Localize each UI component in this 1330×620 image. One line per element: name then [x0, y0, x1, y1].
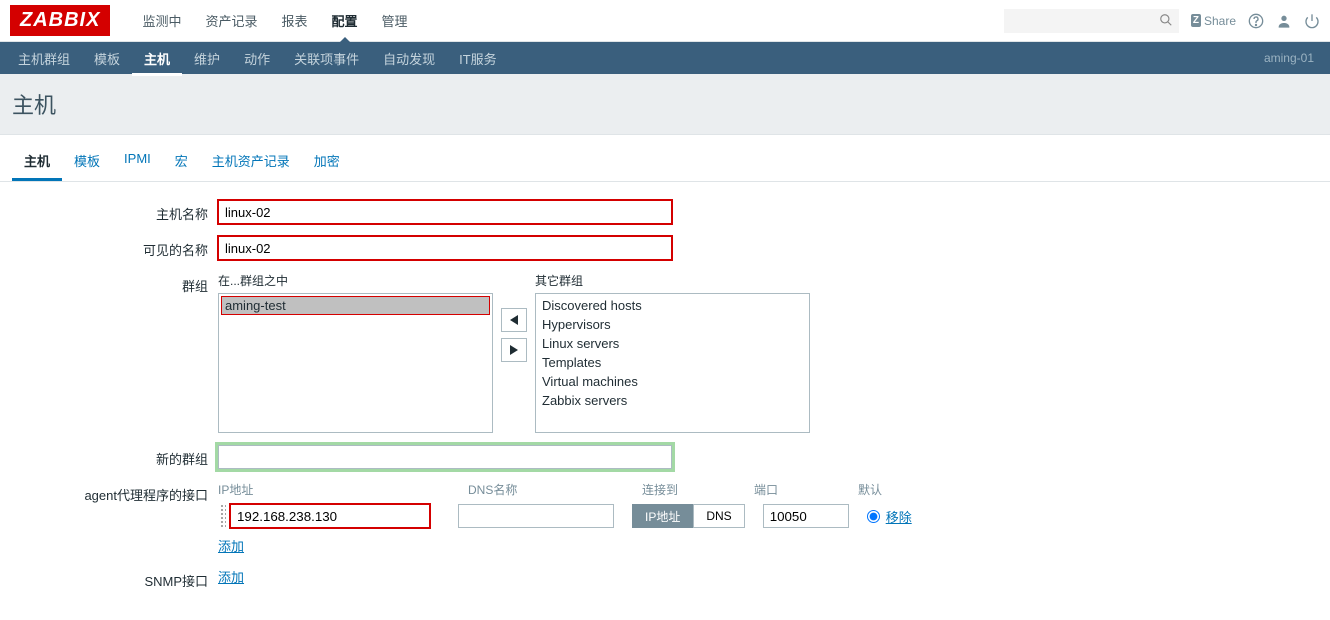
connect-dns-button[interactable]: DNS	[693, 504, 744, 528]
iface-default-radio[interactable]	[867, 510, 880, 523]
other-groups-item[interactable]: Templates	[538, 353, 807, 372]
zabbix-z-icon: Z	[1191, 14, 1201, 27]
subnav-templates[interactable]: 模板	[82, 41, 132, 76]
topmenu-monitoring[interactable]: 监测中	[130, 0, 193, 42]
move-right-button[interactable]	[501, 338, 527, 362]
power-icon[interactable]	[1304, 13, 1320, 29]
logo[interactable]: ZABBIX	[10, 5, 110, 36]
topmenu-reports[interactable]: 报表	[269, 0, 319, 42]
subnav-hostgroups[interactable]: 主机群组	[6, 41, 82, 76]
in-groups-item[interactable]: aming-test	[221, 296, 490, 315]
page-title-bar: 主机	[0, 74, 1330, 135]
other-groups-label: 其它群组	[535, 272, 810, 289]
iface-col-default: 默认	[858, 481, 882, 498]
drag-handle-icon[interactable]	[220, 504, 226, 528]
hostname-input[interactable]	[218, 200, 672, 224]
iface-ip-input[interactable]	[230, 504, 430, 528]
other-groups-listbox[interactable]: Discovered hosts Hypervisors Linux serve…	[535, 293, 810, 433]
snmp-add-link[interactable]: 添加	[218, 567, 244, 586]
in-groups-listbox[interactable]: aming-test	[218, 293, 493, 433]
topmenu-administration[interactable]: 管理	[370, 0, 420, 42]
tab-encryption[interactable]: 加密	[302, 143, 352, 181]
subnav-maintenance[interactable]: 维护	[182, 41, 232, 76]
in-groups-label: 在...群组之中	[218, 272, 493, 289]
subnav-correlation[interactable]: 关联项事件	[282, 41, 371, 76]
visiblename-input[interactable]	[218, 236, 672, 260]
iface-col-connect: 连接到	[642, 481, 754, 498]
triangle-right-icon	[510, 345, 518, 355]
host-form: 主机名称 可见的名称 群组 在...群组之中 aming-test	[0, 182, 1330, 620]
user-icon[interactable]	[1276, 13, 1292, 29]
other-groups-item[interactable]: Discovered hosts	[538, 296, 807, 315]
subnav-discovery[interactable]: 自动发现	[371, 41, 447, 76]
topbar-right: Z Share	[1004, 9, 1320, 33]
hostname-label: 主机名称	[18, 200, 218, 223]
other-groups-item[interactable]: Virtual machines	[538, 372, 807, 391]
host-tabs: 主机 模板 IPMI 宏 主机资产记录 加密	[0, 143, 1330, 182]
agent-interface-row: IP地址 DNS 移除	[218, 504, 938, 528]
other-groups-item[interactable]: Linux servers	[538, 334, 807, 353]
topmenu-configuration[interactable]: 配置	[320, 0, 370, 42]
subnav-itservices[interactable]: IT服务	[447, 41, 509, 76]
visiblename-label: 可见的名称	[18, 236, 218, 259]
groups-label: 群组	[18, 272, 218, 295]
iface-remove-link[interactable]: 移除	[886, 507, 912, 526]
snmp-label: SNMP接口	[18, 567, 218, 590]
tab-ipmi[interactable]: IPMI	[112, 143, 163, 181]
subnav-hosts[interactable]: 主机	[132, 41, 182, 76]
iface-col-dns: DNS名称	[468, 481, 642, 498]
share-button[interactable]: Z Share	[1191, 14, 1236, 28]
share-label: Share	[1204, 14, 1236, 28]
subnav: 主机群组 模板 主机 维护 动作 关联项事件 自动发现 IT服务 aming-0…	[0, 42, 1330, 74]
iface-col-port: 端口	[754, 481, 858, 498]
tab-host[interactable]: 主机	[12, 143, 62, 181]
new-group-input[interactable]	[218, 445, 672, 469]
subnav-server-label: aming-01	[1264, 51, 1324, 65]
other-groups-item[interactable]: Hypervisors	[538, 315, 807, 334]
topmenu-inventory[interactable]: 资产记录	[193, 0, 269, 42]
move-left-button[interactable]	[501, 308, 527, 332]
agent-iface-label: agent代理程序的接口	[18, 481, 218, 504]
connect-ip-button[interactable]: IP地址	[632, 504, 693, 528]
help-icon[interactable]	[1248, 13, 1264, 29]
connect-to-toggle: IP地址 DNS	[632, 504, 745, 528]
subnav-actions[interactable]: 动作	[232, 41, 282, 76]
agent-add-link[interactable]: 添加	[218, 536, 244, 555]
new-group-label: 新的群组	[18, 445, 218, 468]
iface-port-input[interactable]	[763, 504, 849, 528]
other-groups-item[interactable]: Zabbix servers	[538, 391, 807, 410]
tab-inventory[interactable]: 主机资产记录	[200, 143, 302, 181]
search-icon[interactable]	[1159, 13, 1173, 27]
tab-templates[interactable]: 模板	[62, 143, 112, 181]
iface-dns-input[interactable]	[458, 504, 614, 528]
search-wrap	[1004, 9, 1179, 33]
triangle-left-icon	[510, 315, 518, 325]
iface-col-ip: IP地址	[218, 481, 468, 498]
tab-macros[interactable]: 宏	[163, 143, 200, 181]
topbar: ZABBIX 监测中 资产记录 报表 配置 管理 Z Share	[0, 0, 1330, 42]
page-title: 主机	[12, 88, 1318, 120]
search-input[interactable]	[1004, 9, 1179, 33]
top-menu: 监测中 资产记录 报表 配置 管理	[130, 0, 419, 42]
